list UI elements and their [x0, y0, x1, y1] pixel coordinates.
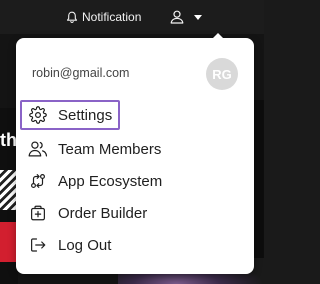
menu-item-label: Order Builder — [58, 204, 148, 222]
background-partial-text: th — [0, 130, 17, 150]
dropdown-notch — [212, 33, 224, 39]
top-bar: Notification — [0, 0, 264, 34]
menu-item-settings[interactable]: Settings — [20, 100, 120, 130]
user-dropdown-menu: robin@gmail.com RG Settings Team Members — [16, 33, 254, 274]
ecosystem-icon — [28, 171, 48, 191]
caret-down-icon — [194, 14, 202, 20]
menu-item-label: Team Members — [58, 140, 162, 158]
user-email: robin@gmail.com — [32, 66, 130, 80]
user-menu-trigger[interactable] — [170, 8, 214, 26]
background-image-fragment — [0, 170, 16, 210]
menu-item-team-members[interactable]: Team Members — [20, 134, 246, 164]
logout-icon — [28, 235, 48, 255]
bell-icon — [66, 11, 78, 23]
menu-item-order-builder[interactable]: Order Builder — [20, 198, 246, 228]
background-red-fragment — [0, 222, 16, 262]
notification-button[interactable]: Notification — [66, 9, 141, 25]
order-builder-icon — [28, 203, 48, 223]
menu-item-app-ecosystem[interactable]: App Ecosystem — [20, 166, 246, 196]
menu-item-label: Log Out — [58, 236, 112, 254]
menu-item-log-out[interactable]: Log Out — [20, 230, 246, 260]
menu-item-label: Settings — [58, 106, 113, 124]
user-icon — [170, 10, 184, 24]
notification-label: Notification — [82, 10, 142, 24]
gear-icon — [28, 105, 48, 125]
menu-item-label: App Ecosystem — [58, 172, 163, 190]
team-icon — [28, 139, 48, 159]
avatar[interactable]: RG — [206, 58, 238, 90]
